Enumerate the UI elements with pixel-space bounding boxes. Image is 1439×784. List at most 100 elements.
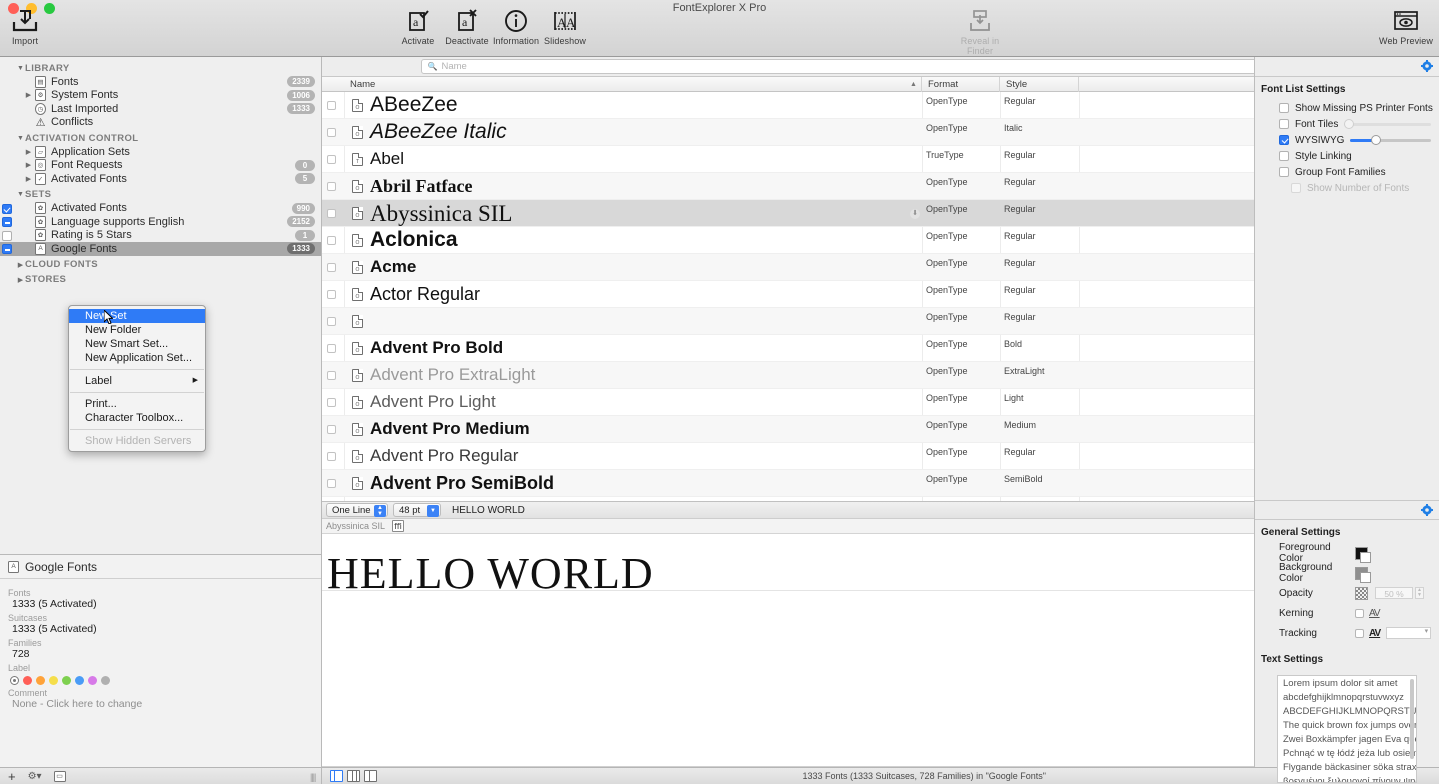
set-checkbox[interactable] (2, 230, 12, 241)
opacity-checker-swatch[interactable] (1355, 586, 1368, 600)
set-checkbox[interactable] (2, 203, 12, 214)
checkbox[interactable] (1279, 135, 1289, 145)
set-checkbox[interactable] (2, 217, 12, 227)
list-item[interactable]: Zwei Boxkämpfer jagen Eva quer d (1278, 732, 1416, 746)
list-item[interactable]: Lorem ipsum dolor sit amet (1278, 676, 1416, 690)
toolbar-button-slideshow[interactable]: AA Slideshow (536, 8, 594, 46)
sidebar-item-system-fonts[interactable]: ▶ ⚙ System Fonts 1006 (0, 89, 321, 103)
row-checkbox[interactable] (327, 479, 336, 488)
setting-tracking[interactable]: Tracking AV (1255, 623, 1439, 643)
row-checkbox[interactable] (327, 290, 336, 299)
chevron-right-icon[interactable]: ▶ (24, 175, 33, 183)
checkbox[interactable] (1279, 167, 1289, 177)
option-font-tiles[interactable]: Font Tiles (1255, 116, 1439, 132)
context-menu-item-print[interactable]: Print... (69, 397, 205, 411)
font-tiles-slider[interactable] (1344, 119, 1431, 129)
row-checkbox[interactable] (327, 128, 336, 137)
context-menu-item-new-smart-set[interactable]: New Smart Set... (69, 337, 205, 351)
sidebar-group-sets[interactable]: ▼ SETS (0, 188, 321, 202)
row-checkbox[interactable] (327, 101, 336, 110)
wysiwyg-slider[interactable] (1350, 135, 1431, 145)
context-menu-item-character-toolbox[interactable]: Character Toolbox... (69, 411, 205, 425)
view-mode-toggles[interactable] (322, 769, 377, 783)
set-checkbox[interactable] (2, 244, 12, 254)
search-input[interactable]: 🔍 Name (420, 59, 1341, 74)
context-menu-item-new-folder[interactable]: New Folder (69, 323, 205, 337)
text-settings-list[interactable]: Lorem ipsum dolor sit amet abcdefghijklm… (1277, 675, 1417, 783)
sidebar-item-set-language-supports-english[interactable]: ✿ Language supports English 2152 (0, 215, 321, 229)
label-swatch-red[interactable] (23, 676, 32, 685)
sidebar-context-menu[interactable]: New Set New Folder New Smart Set... New … (68, 305, 206, 452)
gear-icon[interactable] (1421, 60, 1433, 75)
sidebar-item-set-rating-is-5-stars[interactable]: ✿ Rating is 5 Stars 1 (0, 229, 321, 243)
row-checkbox[interactable] (327, 344, 336, 353)
label-swatch-green[interactable] (62, 676, 71, 685)
checkbox[interactable] (1279, 119, 1289, 129)
setting-background-color[interactable]: Background Color (1255, 562, 1439, 584)
info-value-comment[interactable]: None - Click here to change (8, 698, 321, 710)
sidebar-group-stores[interactable]: ▶ STORES (0, 273, 321, 287)
view-columns-icon[interactable] (347, 769, 360, 783)
column-header-format[interactable]: Format (922, 77, 1000, 92)
preview-mode-dropdown[interactable]: One Line ▲ ▼ (326, 503, 388, 517)
background-color-swatch[interactable] (1355, 566, 1371, 583)
option-style-linking[interactable]: Style Linking (1255, 148, 1439, 164)
view-tiles-icon[interactable] (364, 769, 377, 783)
setting-opacity[interactable]: Opacity 50 % ▲ ▼ (1255, 583, 1439, 603)
label-swatch-none[interactable] (10, 676, 19, 685)
sidebar-item-set-activated-fonts[interactable]: ✿ Activated Fonts 990 (0, 202, 321, 216)
chevron-down-icon[interactable]: ▼ (427, 505, 439, 517)
gear-dropdown-icon[interactable]: ⚙▾ (28, 771, 42, 782)
sidebar-item-set-google-fonts[interactable]: A Google Fonts 1333 (0, 242, 321, 256)
setting-foreground-color[interactable]: Foreground Color (1255, 542, 1439, 564)
row-checkbox[interactable] (327, 155, 336, 164)
sidebar-item-last-imported[interactable]: ◷ Last Imported 1333 (0, 102, 321, 116)
resize-grip-icon[interactable]: |||| (310, 772, 316, 782)
chevron-right-icon[interactable]: ▶ (16, 276, 25, 284)
sidebar-item-font-requests[interactable]: ▶ ◎ Font Requests 0 (0, 159, 321, 173)
stepper-arrows-icon[interactable]: ▲ ▼ (374, 505, 386, 517)
tracking-value-field[interactable] (1386, 627, 1432, 639)
label-color-swatches[interactable] (8, 676, 321, 685)
toolbar-button-reveal-in-finder[interactable]: Reveal in Finder (951, 8, 1009, 56)
gear-icon[interactable] (1421, 504, 1433, 519)
row-checkbox[interactable] (327, 263, 336, 272)
list-item[interactable]: βρεγμένοι ξυλουργοί πίνουν ψηφια (1278, 774, 1416, 783)
column-header-name[interactable]: Name ▲ (344, 77, 922, 92)
row-checkbox[interactable] (327, 317, 336, 326)
sidebar-group-activation-control[interactable]: ▼ ACTIVATION CONTROL (0, 131, 321, 145)
label-swatch-gray[interactable] (101, 676, 110, 685)
label-swatch-yellow[interactable] (49, 676, 58, 685)
list-item[interactable]: The quick brown fox jumps over a (1278, 718, 1416, 732)
row-checkbox[interactable] (327, 398, 336, 407)
opacity-value-field[interactable]: 50 % (1375, 587, 1413, 599)
context-menu-item-new-application-set[interactable]: New Application Set... (69, 351, 205, 365)
label-swatch-purple[interactable] (88, 676, 97, 685)
list-item[interactable]: Flygande bäckasiner söka strax hv (1278, 760, 1416, 774)
checkbox[interactable] (1279, 151, 1289, 161)
cloud-download-icon[interactable]: ⬇ (910, 209, 920, 219)
row-checkbox[interactable] (327, 371, 336, 380)
chevron-right-icon[interactable]: ▶ (24, 148, 33, 156)
row-checkbox[interactable] (327, 236, 336, 245)
row-checkbox[interactable] (327, 182, 336, 191)
list-item[interactable]: abcdefghijklmnopqrstuvwxyz (1278, 690, 1416, 704)
column-header-style[interactable]: Style (1000, 77, 1079, 92)
box-icon[interactable]: ▭ (53, 770, 66, 782)
sidebar-item-activated-fonts-control[interactable]: ▶ ✓ Activated Fonts 5 (0, 172, 321, 186)
row-checkbox[interactable] (327, 425, 336, 434)
kerning-checkbox[interactable] (1355, 608, 1364, 618)
chevron-right-icon[interactable]: ▶ (24, 161, 33, 169)
sidebar-item-application-sets[interactable]: ▶ ▱ Application Sets (0, 145, 321, 159)
toolbar-button-import[interactable]: Import (0, 8, 54, 46)
option-wysiwyg[interactable]: WYSIWYG (1255, 132, 1439, 148)
preview-size-dropdown[interactable]: 48 pt ▼ (393, 503, 441, 517)
toolbar-button-web-preview[interactable]: Web Preview (1377, 8, 1435, 46)
setting-kerning[interactable]: Kerning AV (1255, 603, 1439, 623)
checkbox[interactable] (1279, 103, 1289, 113)
ffi-icon[interactable]: ﬃ (392, 520, 405, 532)
list-item[interactable]: Pchnąć w tę łódź jeża lub osiem sk (1278, 746, 1416, 760)
sidebar-group-cloud-fonts[interactable]: ▶ CLOUD FONTS (0, 258, 321, 272)
context-menu-item-new-set[interactable]: New Set (69, 309, 205, 323)
foreground-color-swatch[interactable] (1355, 546, 1371, 563)
